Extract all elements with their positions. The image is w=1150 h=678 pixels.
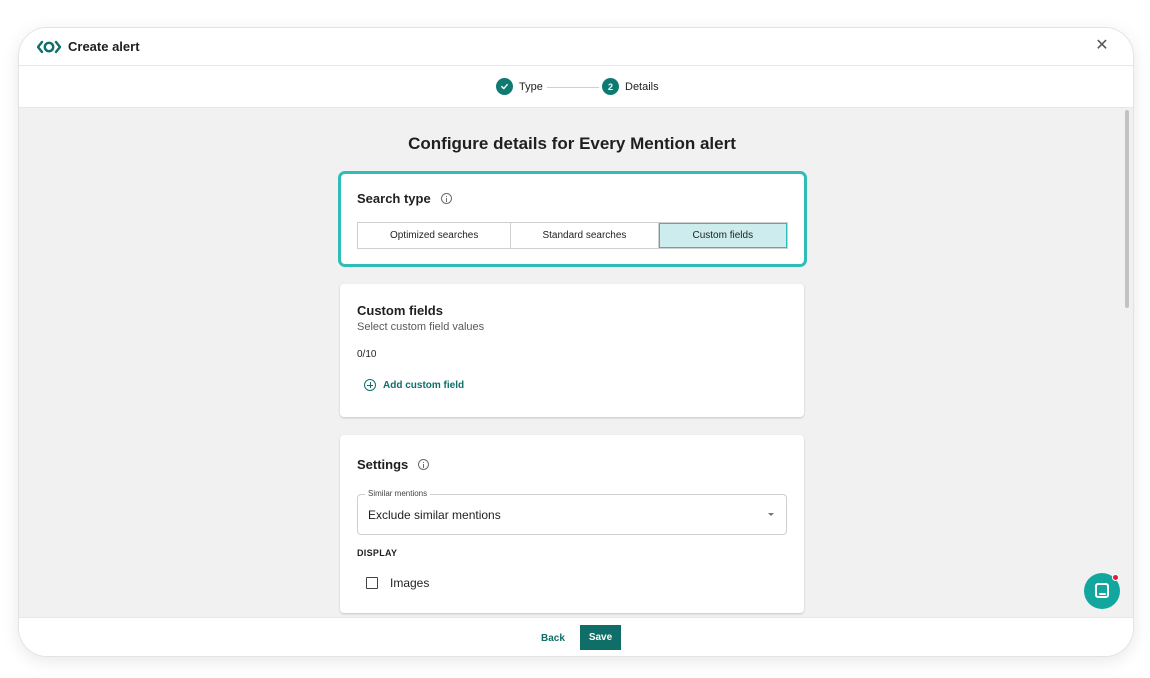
custom-fields-heading: Custom fields — [357, 303, 443, 318]
search-type-heading-text: Search type — [357, 191, 431, 206]
step-label: Details — [625, 80, 659, 93]
page-title: Configure details for Every Mention aler… — [408, 134, 736, 153]
notification-dot — [1112, 574, 1119, 581]
chat-icon — [1095, 583, 1109, 598]
dialog-footer: Back Save — [19, 617, 1133, 656]
similar-mentions-select[interactable]: Similar mentions Exclude similar mention… — [357, 489, 787, 535]
plus-circle-icon — [364, 379, 376, 391]
brand-logo-icon — [37, 40, 61, 54]
add-custom-field-label: Add custom field — [383, 379, 465, 391]
step-connector — [547, 87, 599, 88]
close-icon[interactable]: ✕ — [1093, 37, 1111, 55]
step-details[interactable]: 2 Details — [602, 78, 659, 95]
scrollbar-thumb[interactable] — [1125, 110, 1129, 308]
dialog-header: Create alert ✕ — [19, 28, 1133, 66]
main-content[interactable]: Configure details for Every Mention aler… — [19, 108, 1133, 617]
custom-fields-count: 0/10 — [357, 349, 377, 360]
check-icon — [496, 78, 513, 95]
info-icon[interactable] — [418, 459, 430, 470]
info-icon[interactable] — [440, 193, 452, 204]
dialog-title: Create alert — [68, 39, 140, 54]
step-label: Type — [519, 80, 543, 93]
custom-fields-card: Custom fields Select custom field values… — [340, 284, 804, 417]
chevron-down-icon — [768, 513, 774, 516]
custom-fields-subtitle: Select custom field values — [357, 321, 485, 333]
create-alert-dialog: Create alert ✕ Type 2 Details Configure … — [19, 28, 1133, 656]
chat-launcher-button[interactable] — [1084, 573, 1120, 609]
similar-mentions-value: Exclude similar mentions — [368, 508, 501, 522]
images-checkbox-row[interactable]: Images — [366, 576, 429, 590]
settings-card: Settings Similar mentions Exclude simila… — [340, 435, 804, 613]
stepper: Type 2 Details — [19, 67, 1133, 108]
search-type-card: Search type Optimized searches Standard … — [338, 171, 807, 267]
scrollbar[interactable] — [1125, 108, 1131, 617]
save-button[interactable]: Save — [580, 625, 621, 650]
add-custom-field-button[interactable]: Add custom field — [364, 379, 464, 391]
back-button[interactable]: Back — [534, 626, 572, 650]
images-checkbox[interactable] — [366, 577, 378, 589]
search-type-heading: Search type — [357, 191, 452, 206]
display-section-label: DISPLAY — [357, 548, 398, 558]
segment-optimized-searches[interactable]: Optimized searches — [358, 223, 512, 248]
segment-custom-fields[interactable]: Custom fields — [658, 223, 787, 248]
step-number-badge: 2 — [602, 78, 619, 95]
similar-mentions-label: Similar mentions — [365, 489, 431, 498]
settings-heading-text: Settings — [357, 457, 409, 472]
settings-heading: Settings — [357, 457, 430, 472]
step-type[interactable]: Type — [496, 78, 543, 95]
segment-standard-searches[interactable]: Standard searches — [511, 223, 659, 248]
images-checkbox-label: Images — [390, 576, 430, 590]
search-type-segmented-control: Optimized searches Standard searches Cus… — [357, 222, 788, 249]
